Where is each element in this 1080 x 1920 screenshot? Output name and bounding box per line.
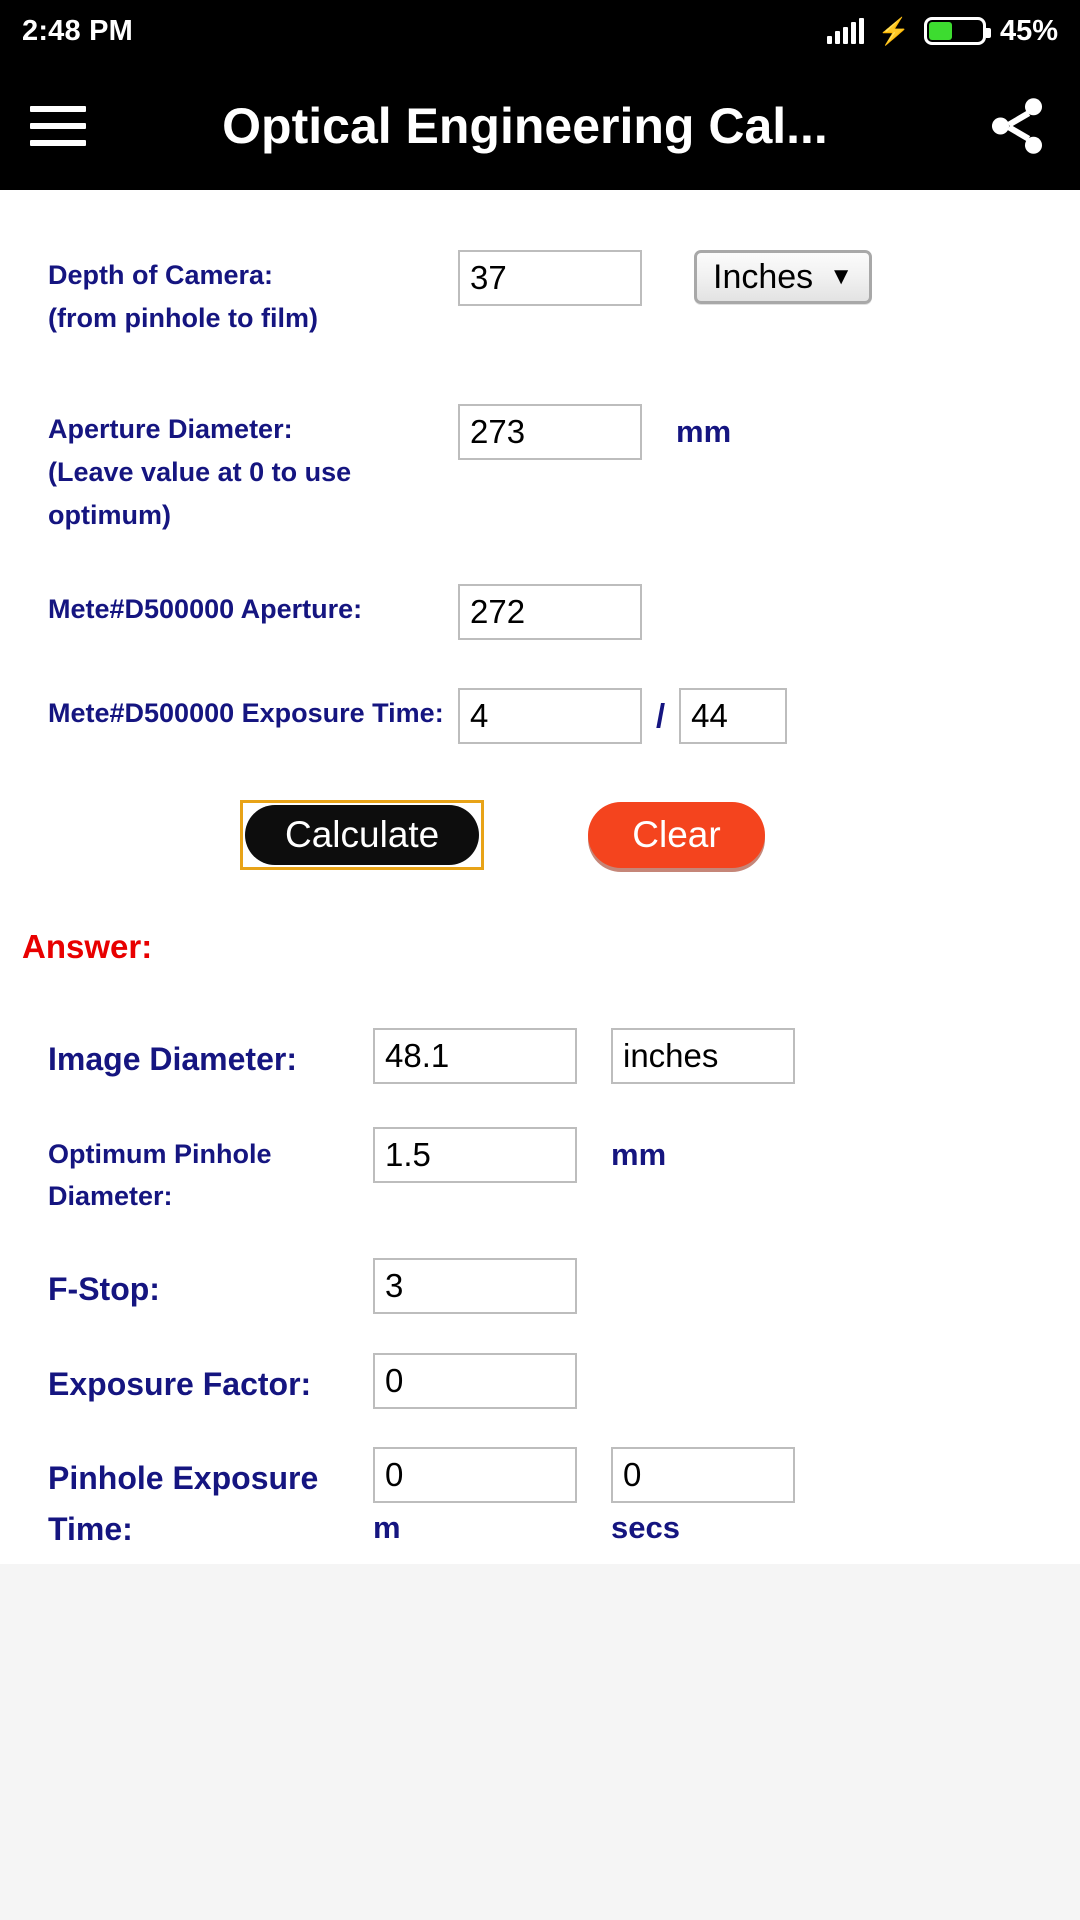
optimum-pinhole-label-group: Optimum Pinhole Diameter: xyxy=(48,1127,373,1218)
pinhole-exposure-seconds-unit-label: secs xyxy=(611,1510,680,1546)
f-stop-label-group: F-Stop: xyxy=(48,1258,373,1315)
calculate-button[interactable]: Calculate xyxy=(245,805,480,866)
answer-row-optimum-pinhole-diameter: Optimum Pinhole Diameter: 1.5 mm xyxy=(0,1126,1080,1218)
status-bar-icons: ⚡ 45% xyxy=(826,14,1058,48)
answer-row-pinhole-exposure-time: Pinhole Exposure Time: 0 m 0 secs xyxy=(0,1447,1080,1554)
depth-of-camera-sublabel: (from pinhole to film) xyxy=(48,302,318,333)
status-bar: 2:48 PM ⚡ 45% xyxy=(0,0,1080,62)
hamburger-menu-icon[interactable] xyxy=(30,106,86,146)
calculator-form: Depth of Camera: (from pinhole to film) … xyxy=(0,250,1080,1564)
battery-icon xyxy=(923,17,991,45)
pinhole-exposure-time-label: Pinhole Exposure xyxy=(48,1460,319,1497)
calculate-button-focus-ring: Calculate xyxy=(240,800,485,871)
exposure-factor-label: Exposure Factor: xyxy=(48,1365,312,1402)
answer-row-exposure-factor: Exposure Factor: 0 xyxy=(0,1352,1080,1410)
meter-exposure-time-label: Mete#D500000 Exposure Time: xyxy=(48,698,444,729)
page-title: Optical Engineering Cal... xyxy=(222,98,828,154)
optimum-pinhole-value[interactable]: 1.5 xyxy=(373,1126,577,1183)
f-stop-label: F-Stop: xyxy=(48,1271,160,1308)
action-buttons: Calculate Clear xyxy=(0,800,1080,871)
answer-row-image-diameter: Image Diameter: 48.1 inches xyxy=(0,1028,1080,1085)
pinhole-exposure-minutes-unit-label: m xyxy=(373,1510,401,1546)
form-row-meter-aperture: Mete#D500000 Aperture: 272 xyxy=(0,584,1080,641)
form-row-meter-exposure-time: Mete#D500000 Exposure Time: 4 / 44 xyxy=(0,688,1080,745)
charging-bolt-icon: ⚡ xyxy=(877,16,910,46)
bottom-spacer xyxy=(0,1564,1080,1920)
image-diameter-label-group: Image Diameter: xyxy=(48,1028,373,1085)
image-diameter-unit-value[interactable]: inches xyxy=(611,1028,795,1085)
depth-of-camera-label-group: Depth of Camera: (from pinhole to film) xyxy=(48,250,458,339)
aperture-diameter-label-group: Aperture Diameter: (Leave value at 0 to … xyxy=(48,404,458,536)
exposure-factor-label-group: Exposure Factor: xyxy=(48,1353,373,1410)
pinhole-exposure-seconds-group: 0 secs xyxy=(611,1447,795,1553)
fraction-separator: / xyxy=(656,697,666,735)
depth-unit-select[interactable]: Inches ▼ xyxy=(694,250,872,304)
image-diameter-label: Image Diameter: xyxy=(48,1041,297,1078)
pinhole-exposure-time-label-group: Pinhole Exposure Time: xyxy=(48,1447,373,1554)
chevron-down-icon: ▼ xyxy=(829,263,853,290)
optimum-pinhole-unit-label: mm xyxy=(611,1136,667,1172)
share-icon[interactable] xyxy=(984,93,1050,159)
optimum-pinhole-label: Optimum Pinhole xyxy=(48,1138,272,1169)
pinhole-exposure-seconds-value[interactable]: 0 xyxy=(611,1447,795,1504)
meter-exposure-time-numerator-input[interactable]: 4 xyxy=(458,688,642,745)
depth-of-camera-input[interactable]: 37 xyxy=(458,250,642,306)
meter-exposure-time-label-group: Mete#D500000 Exposure Time: xyxy=(48,688,458,735)
app-bar: Optical Engineering Cal... xyxy=(0,62,1080,190)
depth-of-camera-label: Depth of Camera: xyxy=(48,260,274,290)
signal-bars-icon xyxy=(826,18,864,44)
depth-unit-select-value: Inches xyxy=(713,257,814,296)
optimum-pinhole-sublabel: Diameter: xyxy=(48,1181,173,1212)
aperture-diameter-sublabel: (Leave value at 0 to use optimum) xyxy=(48,456,352,530)
aperture-diameter-label: Aperture Diameter: xyxy=(48,414,293,445)
answer-row-f-stop: F-Stop: 3 xyxy=(0,1258,1080,1315)
f-stop-value[interactable]: 3 xyxy=(373,1258,577,1315)
clear-button[interactable]: Clear xyxy=(588,802,765,869)
answer-heading: Answer: xyxy=(22,928,153,966)
meter-aperture-label: Mete#D500000 Aperture: xyxy=(48,594,363,625)
aperture-diameter-input[interactable]: 273 xyxy=(458,404,642,461)
status-bar-clock: 2:48 PM xyxy=(22,14,133,47)
exposure-factor-value[interactable]: 0 xyxy=(373,1352,577,1409)
aperture-diameter-unit-label: mm xyxy=(676,414,732,450)
meter-aperture-label-group: Mete#D500000 Aperture: xyxy=(48,584,458,631)
form-row-aperture-diameter: Aperture Diameter: (Leave value at 0 to … xyxy=(0,404,1080,536)
pinhole-exposure-minutes-group: 0 m xyxy=(373,1447,577,1553)
pinhole-exposure-time-sublabel: Time: xyxy=(48,1510,133,1547)
meter-exposure-time-denominator-input[interactable]: 44 xyxy=(679,688,788,745)
meter-aperture-input[interactable]: 272 xyxy=(458,584,642,641)
form-row-depth-of-camera: Depth of Camera: (from pinhole to film) … xyxy=(0,250,1080,339)
battery-percent-label: 45% xyxy=(999,14,1058,47)
pinhole-exposure-minutes-value[interactable]: 0 xyxy=(373,1447,577,1504)
image-diameter-value[interactable]: 48.1 xyxy=(373,1028,577,1085)
